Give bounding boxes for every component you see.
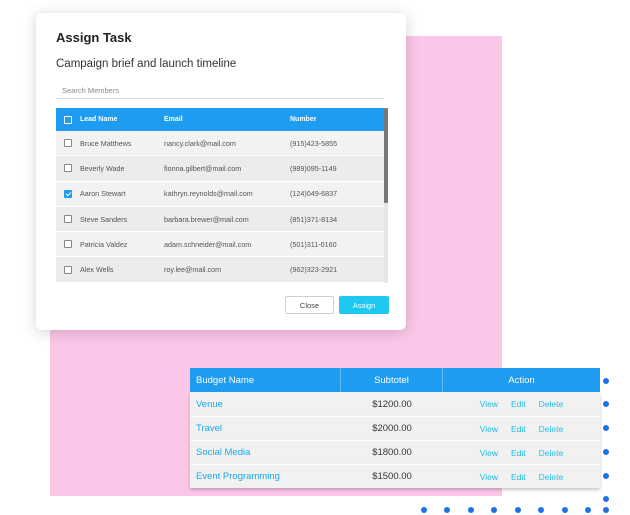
close-button[interactable]: Close — [285, 296, 334, 314]
table-row: Social Media $1800.00 View Edit Delete — [190, 440, 600, 464]
budget-name-link[interactable]: Venue — [190, 399, 341, 410]
dots-decoration-vertical — [603, 378, 613, 502]
delete-link[interactable]: Delete — [539, 399, 564, 409]
dialog-title: Assign Task — [56, 30, 132, 45]
row-checkbox[interactable] — [64, 164, 72, 173]
budget-name-link[interactable]: Event Programming — [190, 471, 341, 482]
table-row: Travel $2000.00 View Edit Delete — [190, 416, 600, 440]
scrollbar-thumb[interactable] — [384, 108, 388, 203]
row-checkbox[interactable] — [64, 189, 72, 198]
lead-number: (962)323-2921 — [290, 265, 338, 275]
dialog-subtitle: Campaign brief and launch timeline — [56, 58, 237, 70]
lead-email: roy.lee@mail.com — [164, 265, 222, 275]
assign-button[interactable]: Assign — [339, 296, 389, 314]
column-header-action: Action — [508, 374, 535, 386]
action-links: View Edit Delete — [443, 472, 600, 482]
assign-task-dialog: Assign Task Campaign brief and launch ti… — [36, 13, 406, 330]
lead-name: Steve Sanders — [80, 214, 128, 224]
action-links: View Edit Delete — [443, 424, 600, 434]
lead-name: Alex Wells — [80, 265, 114, 275]
budget-name-link[interactable]: Social Media — [190, 447, 341, 458]
edit-link[interactable]: Edit — [511, 448, 526, 458]
table-row: Venue $1200.00 View Edit Delete — [190, 392, 600, 416]
column-header-number: Number — [290, 116, 317, 123]
view-link[interactable]: View — [480, 399, 498, 409]
table-row[interactable]: Aaron Stewart kathryn.reynolds@mail.com (1… — [56, 181, 384, 207]
lead-name: Patricia Valdez — [80, 239, 128, 249]
select-all-checkbox[interactable] — [64, 115, 72, 124]
column-header-budget-name: Budget Name — [190, 368, 341, 392]
delete-link[interactable]: Delete — [539, 424, 564, 434]
action-links: View Edit Delete — [443, 399, 600, 409]
lead-email: fionna.gilbert@mail.com — [164, 163, 242, 173]
budget-table-header: Budget Name Subtotel Action — [190, 368, 600, 392]
lead-number: (989)095-1149 — [290, 163, 337, 173]
budget-subtotal: $1800.00 — [372, 447, 412, 458]
view-link[interactable]: View — [480, 448, 498, 458]
lead-name: Aaron Stewart — [80, 189, 126, 199]
members-scrollbar[interactable] — [384, 108, 388, 283]
table-row[interactable]: Steve Sanders barbara.brewer@mail.com (851… — [56, 206, 384, 233]
budget-subtotal: $1200.00 — [372, 398, 412, 410]
view-link[interactable]: View — [480, 472, 498, 482]
members-table-header: Lead Name Email Number — [56, 108, 384, 131]
budget-table: Budget Name Subtotel Action Venue $1200.0… — [190, 368, 600, 488]
delete-link[interactable]: Delete — [539, 448, 564, 458]
table-row[interactable]: Beverly Wade fionna.gilbert@mail.com (989)… — [56, 156, 384, 182]
budget-name-link[interactable]: Travel — [190, 423, 341, 434]
delete-link[interactable]: Delete — [539, 472, 564, 482]
lead-number: (501)311-0160 — [290, 239, 337, 249]
table-row[interactable]: Bruce Matthews nancy.clark@mail.com (915)4… — [56, 131, 384, 157]
edit-link[interactable]: Edit — [511, 399, 526, 409]
column-header-lead-name: Lead Name — [80, 116, 118, 123]
lead-number: (851)371-8134 — [290, 214, 338, 224]
table-row[interactable]: Patricia Valdez adam.schneider@mail.com (5… — [56, 232, 384, 258]
lead-email: adam.schneider@mail.com — [164, 239, 252, 249]
row-checkbox[interactable] — [64, 240, 72, 249]
column-header-email: Email — [164, 116, 183, 123]
budget-subtotal: $1500.00 — [372, 471, 412, 482]
table-row[interactable]: Alex Wells roy.lee@mail.com (962)323-2921 — [56, 257, 384, 283]
dots-decoration-horizontal — [418, 507, 618, 515]
lead-email: barbara.brewer@mail.com — [164, 214, 249, 224]
lead-number: (915)423-5855 — [290, 138, 338, 148]
lead-number: (124)049-6837 — [290, 189, 338, 199]
lead-name: Bruce Matthews — [80, 138, 132, 148]
action-links: View Edit Delete — [443, 448, 600, 458]
edit-link[interactable]: Edit — [511, 472, 526, 482]
budget-subtotal: $2000.00 — [372, 423, 412, 434]
members-table: Lead Name Email Number Bruce Matthews nan… — [56, 108, 384, 283]
row-checkbox[interactable] — [64, 139, 72, 148]
lead-email: kathryn.reynolds@mail.com — [164, 189, 253, 199]
lead-email: nancy.clark@mail.com — [164, 138, 236, 148]
view-link[interactable]: View — [480, 424, 498, 434]
edit-link[interactable]: Edit — [511, 424, 526, 434]
row-checkbox[interactable] — [64, 215, 72, 224]
table-row: Event Programming $1500.00 View Edit Delete — [190, 464, 600, 488]
lead-name: Beverly Wade — [80, 163, 125, 173]
column-header-subtotal: Subtotel — [341, 368, 443, 392]
row-checkbox[interactable] — [64, 265, 72, 274]
search-members-input[interactable] — [56, 83, 384, 99]
